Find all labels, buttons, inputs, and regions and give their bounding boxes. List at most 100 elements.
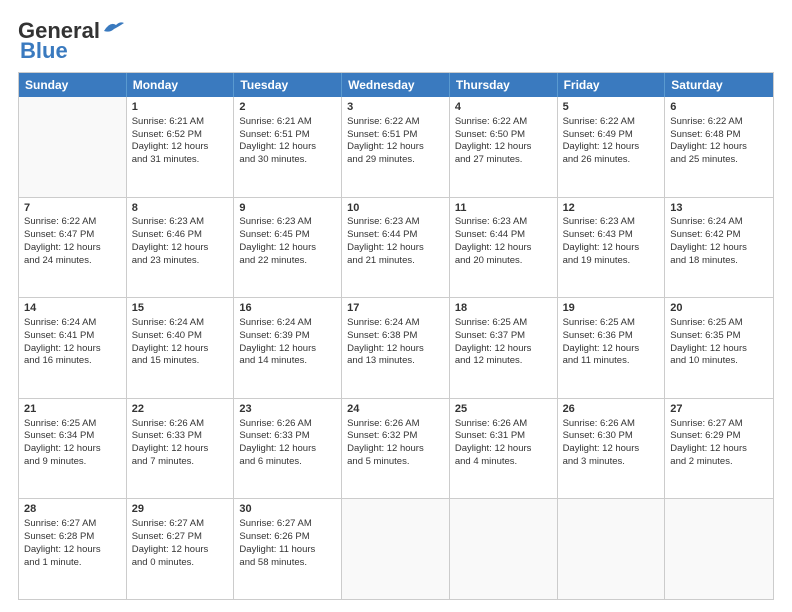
day-info: Sunset: 6:44 PM bbox=[455, 229, 552, 242]
day-info: and 30 minutes. bbox=[239, 154, 336, 167]
day-cell-1: 1Sunrise: 6:21 AMSunset: 6:52 PMDaylight… bbox=[127, 97, 235, 197]
day-cell-6: 6Sunrise: 6:22 AMSunset: 6:48 PMDaylight… bbox=[665, 97, 773, 197]
day-cell-26: 26Sunrise: 6:26 AMSunset: 6:30 PMDayligh… bbox=[558, 399, 666, 499]
day-number: 28 bbox=[24, 502, 121, 517]
day-info: Sunrise: 6:23 AM bbox=[239, 216, 336, 229]
day-info: Sunrise: 6:22 AM bbox=[563, 116, 660, 129]
day-info: and 5 minutes. bbox=[347, 456, 444, 469]
day-info: Sunset: 6:41 PM bbox=[24, 330, 121, 343]
day-info: Daylight: 12 hours bbox=[132, 242, 229, 255]
day-info: Daylight: 12 hours bbox=[563, 141, 660, 154]
day-info: Sunset: 6:28 PM bbox=[24, 531, 121, 544]
day-info: Daylight: 12 hours bbox=[563, 343, 660, 356]
day-info: Sunrise: 6:23 AM bbox=[563, 216, 660, 229]
day-info: Sunset: 6:34 PM bbox=[24, 430, 121, 443]
day-cell-21: 21Sunrise: 6:25 AMSunset: 6:34 PMDayligh… bbox=[19, 399, 127, 499]
day-cell-16: 16Sunrise: 6:24 AMSunset: 6:39 PMDayligh… bbox=[234, 298, 342, 398]
calendar-row-2: 14Sunrise: 6:24 AMSunset: 6:41 PMDayligh… bbox=[19, 298, 773, 399]
day-info: Sunrise: 6:27 AM bbox=[239, 518, 336, 531]
day-info: Sunrise: 6:22 AM bbox=[455, 116, 552, 129]
calendar-row-3: 21Sunrise: 6:25 AMSunset: 6:34 PM Dayligh… bbox=[19, 399, 773, 500]
day-info: Sunset: 6:40 PM bbox=[132, 330, 229, 343]
day-info: Daylight: 12 hours bbox=[347, 343, 444, 356]
day-info: Daylight: 12 hours bbox=[670, 443, 768, 456]
day-info: Daylight: 12 hours bbox=[670, 343, 768, 356]
day-info: and 9 minutes. bbox=[24, 456, 121, 469]
day-number: 14 bbox=[24, 301, 121, 316]
day-info: Daylight: 11 hours bbox=[239, 544, 336, 557]
day-cell-24: 24Sunrise: 6:26 AMSunset: 6:32 PMDayligh… bbox=[342, 399, 450, 499]
day-number: 11 bbox=[455, 201, 552, 216]
header-cell-tuesday: Tuesday bbox=[234, 73, 342, 97]
day-info: Daylight: 12 hours bbox=[347, 443, 444, 456]
day-cell-13: 13Sunrise: 6:24 AMSunset: 6:42 PMDayligh… bbox=[665, 198, 773, 298]
day-info: Sunrise: 6:24 AM bbox=[132, 317, 229, 330]
day-info: Sunset: 6:46 PM bbox=[132, 229, 229, 242]
day-info: Sunrise: 6:22 AM bbox=[670, 116, 768, 129]
day-info: and 11 minutes. bbox=[563, 355, 660, 368]
day-info: Daylight: 12 hours bbox=[239, 141, 336, 154]
day-cell-17: 17Sunrise: 6:24 AMSunset: 6:38 PMDayligh… bbox=[342, 298, 450, 398]
day-info: Sunrise: 6:27 AM bbox=[132, 518, 229, 531]
day-info: Daylight: 12 hours bbox=[455, 343, 552, 356]
day-info: Sunrise: 6:26 AM bbox=[563, 418, 660, 431]
day-cell-27: 27Sunrise: 6:27 AMSunset: 6:29 PMDayligh… bbox=[665, 399, 773, 499]
day-cell-30: 30Sunrise: 6:27 AMSunset: 6:26 PMDayligh… bbox=[234, 499, 342, 599]
calendar: SundayMondayTuesdayWednesdayThursdayFrid… bbox=[18, 72, 774, 600]
logo-bird-icon bbox=[102, 19, 124, 35]
logo-blue: Blue bbox=[20, 38, 68, 64]
day-info: Daylight: 12 hours bbox=[24, 343, 121, 356]
day-info: Sunrise: 6:26 AM bbox=[455, 418, 552, 431]
empty-cell bbox=[558, 499, 666, 599]
day-info: and 15 minutes. bbox=[132, 355, 229, 368]
day-info: Daylight: 12 hours bbox=[670, 242, 768, 255]
day-cell-9: 9Sunrise: 6:23 AMSunset: 6:45 PMDaylight… bbox=[234, 198, 342, 298]
day-info: Sunrise: 6:22 AM bbox=[24, 216, 121, 229]
day-info: Sunrise: 6:25 AM bbox=[670, 317, 768, 330]
day-info: and 20 minutes. bbox=[455, 255, 552, 268]
day-info: and 31 minutes. bbox=[132, 154, 229, 167]
day-number: 18 bbox=[455, 301, 552, 316]
header-cell-saturday: Saturday bbox=[665, 73, 773, 97]
day-number: 1 bbox=[132, 100, 229, 115]
day-cell-19: 19Sunrise: 6:25 AMSunset: 6:36 PMDayligh… bbox=[558, 298, 666, 398]
day-number: 21 bbox=[24, 402, 121, 417]
day-info: Sunrise: 6:23 AM bbox=[132, 216, 229, 229]
day-info: Sunrise: 6:23 AM bbox=[347, 216, 444, 229]
day-number: 25 bbox=[455, 402, 552, 417]
day-cell-3: 3Sunrise: 6:22 AMSunset: 6:51 PMDaylight… bbox=[342, 97, 450, 197]
header-cell-wednesday: Wednesday bbox=[342, 73, 450, 97]
day-cell-14: 14Sunrise: 6:24 AMSunset: 6:41 PMDayligh… bbox=[19, 298, 127, 398]
day-info: and 16 minutes. bbox=[24, 355, 121, 368]
day-info: Sunrise: 6:24 AM bbox=[24, 317, 121, 330]
day-info: and 10 minutes. bbox=[670, 355, 768, 368]
day-info: and 0 minutes. bbox=[132, 557, 229, 570]
day-cell-10: 10Sunrise: 6:23 AMSunset: 6:44 PMDayligh… bbox=[342, 198, 450, 298]
day-number: 13 bbox=[670, 201, 768, 216]
day-info: and 14 minutes. bbox=[239, 355, 336, 368]
day-info: Sunset: 6:27 PM bbox=[132, 531, 229, 544]
day-info: Sunset: 6:51 PM bbox=[239, 129, 336, 142]
day-info: Sunrise: 6:25 AM bbox=[24, 418, 121, 431]
empty-cell bbox=[19, 97, 127, 197]
day-info: Daylight: 12 hours bbox=[563, 443, 660, 456]
day-info: Sunset: 6:44 PM bbox=[347, 229, 444, 242]
day-number: 8 bbox=[132, 201, 229, 216]
day-number: 6 bbox=[670, 100, 768, 115]
page: General Blue SundayMondayTuesdayWednesda… bbox=[0, 0, 792, 612]
header-cell-thursday: Thursday bbox=[450, 73, 558, 97]
day-info: Daylight: 12 hours bbox=[132, 343, 229, 356]
day-info: Sunset: 6:42 PM bbox=[670, 229, 768, 242]
day-info: and 21 minutes. bbox=[347, 255, 444, 268]
day-info: Sunset: 6:33 PM bbox=[239, 430, 336, 443]
calendar-row-0: 1Sunrise: 6:21 AMSunset: 6:52 PMDaylight… bbox=[19, 97, 773, 198]
day-number: 27 bbox=[670, 402, 768, 417]
day-info: Sunset: 6:33 PM bbox=[132, 430, 229, 443]
empty-cell bbox=[665, 499, 773, 599]
day-number: 24 bbox=[347, 402, 444, 417]
day-info: and 4 minutes. bbox=[455, 456, 552, 469]
day-cell-8: 8Sunrise: 6:23 AMSunset: 6:46 PMDaylight… bbox=[127, 198, 235, 298]
day-info: Sunrise: 6:27 AM bbox=[670, 418, 768, 431]
day-number: 7 bbox=[24, 201, 121, 216]
day-info: and 23 minutes. bbox=[132, 255, 229, 268]
